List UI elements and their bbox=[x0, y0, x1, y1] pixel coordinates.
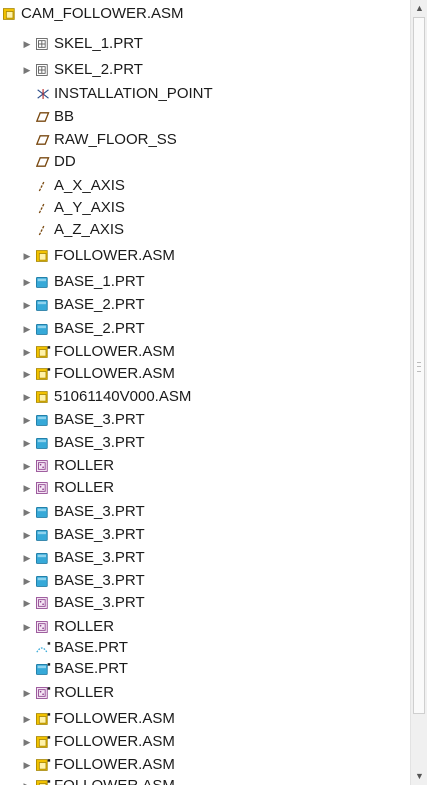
tree-item-label: A_X_AXIS bbox=[54, 177, 125, 194]
tree-item-label: FOLLOWER.ASM bbox=[54, 247, 175, 264]
expand-arrow-icon[interactable]: ▶ bbox=[22, 731, 32, 753]
tree-item-label: SKEL_2.PRT bbox=[54, 61, 143, 78]
roller-part-icon bbox=[36, 481, 51, 495]
tree-item-label: BB bbox=[54, 108, 75, 125]
tree-item-label: FOLLOWER.ASM bbox=[54, 343, 175, 360]
expand-arrow-icon[interactable]: ▶ bbox=[22, 547, 32, 569]
tree-item-label: A_Y_AXIS bbox=[54, 199, 125, 216]
expand-arrow-icon[interactable]: ▶ bbox=[22, 616, 32, 638]
expand-arrow-icon[interactable]: ▶ bbox=[22, 386, 32, 408]
datum-axis-icon bbox=[36, 201, 51, 215]
expand-arrow-icon[interactable]: ▶ bbox=[22, 570, 32, 592]
expand-arrow-icon[interactable]: ▶ bbox=[22, 775, 32, 785]
datum-axis-icon bbox=[36, 179, 51, 193]
tree-item-label: BASE_3.PRT bbox=[54, 572, 145, 589]
expand-arrow-icon[interactable]: ▶ bbox=[22, 524, 32, 546]
roller-part-icon bbox=[36, 620, 51, 634]
tree-item-label: FOLLOWER.ASM bbox=[54, 756, 175, 773]
tree-item-label: ROLLER bbox=[54, 479, 115, 496]
tree-item-label: BASE.PRT bbox=[54, 660, 128, 677]
tree-item-label: FOLLOWER.ASM bbox=[54, 775, 175, 785]
part-icon bbox=[36, 528, 51, 542]
tree-item-label: SKEL_1.PRT bbox=[54, 35, 143, 52]
tree-item-label: BASE_3.PRT bbox=[54, 526, 145, 543]
tree-item-label: BASE_3.PRT bbox=[54, 434, 145, 451]
expand-arrow-icon[interactable]: ▶ bbox=[22, 501, 32, 523]
assembly-icon bbox=[3, 7, 18, 21]
part-icon bbox=[36, 574, 51, 588]
part-icon bbox=[36, 413, 51, 427]
coordinate-system-icon bbox=[36, 87, 51, 101]
expand-arrow-icon[interactable]: ▶ bbox=[22, 245, 32, 267]
assembly-flag-icon bbox=[36, 779, 51, 785]
tree-item-label: DD bbox=[54, 153, 76, 170]
part-icon bbox=[36, 298, 51, 312]
tree-item-label: FOLLOWER.ASM bbox=[54, 733, 175, 750]
expand-arrow-icon[interactable]: ▶ bbox=[22, 318, 32, 340]
tree-item-label: INSTALLATION_POINT bbox=[54, 85, 213, 102]
roller-part-icon bbox=[36, 459, 51, 473]
vertical-scrollbar[interactable]: ▲ ▼ bbox=[410, 0, 427, 785]
assembly-flag-icon bbox=[36, 735, 51, 749]
part-flag-icon bbox=[36, 662, 51, 676]
roller-flag-icon bbox=[36, 686, 51, 700]
expand-arrow-icon[interactable]: ▶ bbox=[22, 592, 32, 614]
tree-item-label: BASE_2.PRT bbox=[54, 296, 145, 313]
tree-item-label: CAM_FOLLOWER.ASM bbox=[21, 5, 184, 22]
tree-item-label: FOLLOWER.ASM bbox=[54, 365, 175, 382]
tree-item-label: BASE.PRT bbox=[54, 639, 128, 656]
assembly-flag-icon bbox=[36, 345, 51, 359]
tree-item-label: BASE_3.PRT bbox=[54, 411, 145, 428]
scroll-down-icon[interactable]: ▼ bbox=[411, 768, 427, 785]
model-tree[interactable]: CAM_FOLLOWER.ASM ▶ SKEL_1.PRT ▶ SKEL_2.PRT IN… bbox=[0, 0, 411, 785]
expand-arrow-icon[interactable]: ▶ bbox=[22, 477, 32, 499]
assembly-flag-icon bbox=[36, 367, 51, 381]
tree-item-label: A_Z_AXIS bbox=[54, 221, 125, 238]
assembly-flag-icon bbox=[36, 758, 51, 772]
expand-arrow-icon[interactable]: ▶ bbox=[22, 33, 32, 55]
expand-arrow-icon[interactable]: ▶ bbox=[22, 754, 32, 776]
expand-arrow-icon[interactable]: ▶ bbox=[22, 59, 32, 81]
tree-item-label: BASE_3.PRT bbox=[54, 594, 145, 611]
part-icon bbox=[36, 275, 51, 289]
part-icon bbox=[36, 322, 51, 336]
tree-item-label: FOLLOWER.ASM bbox=[54, 710, 175, 727]
expand-arrow-icon[interactable]: ▶ bbox=[22, 455, 32, 477]
assembly-icon bbox=[36, 249, 51, 263]
assembly-flag-icon bbox=[36, 712, 51, 726]
scroll-up-icon[interactable]: ▲ bbox=[411, 0, 427, 17]
tree-item-label: 51061140V000.ASM bbox=[54, 388, 192, 405]
expand-arrow-icon[interactable]: ▶ bbox=[22, 409, 32, 431]
tree-item-label: ROLLER bbox=[54, 684, 115, 701]
tree-item-label: BASE_3.PRT bbox=[54, 503, 145, 520]
tree-item-label: ROLLER bbox=[54, 618, 115, 635]
part-dashed-flag-icon bbox=[36, 641, 51, 655]
expand-arrow-icon[interactable]: ▶ bbox=[22, 363, 32, 385]
skeleton-icon bbox=[36, 63, 51, 77]
expand-arrow-icon[interactable]: ▶ bbox=[22, 432, 32, 454]
tree-item-label: ROLLER bbox=[54, 457, 115, 474]
expand-arrow-icon[interactable]: ▶ bbox=[22, 708, 32, 730]
expand-arrow-icon[interactable]: ▶ bbox=[22, 294, 32, 316]
datum-plane-icon bbox=[36, 133, 51, 147]
tree-item-label: RAW_FLOOR_SS bbox=[54, 131, 177, 148]
assembly-icon bbox=[36, 390, 51, 404]
expand-arrow-icon[interactable]: ▶ bbox=[22, 271, 32, 293]
datum-axis-icon bbox=[36, 223, 51, 237]
expand-arrow-icon[interactable]: ▶ bbox=[22, 341, 32, 363]
tree-item-label: BASE_3.PRT bbox=[54, 549, 145, 566]
tree-item-label: BASE_2.PRT bbox=[54, 320, 145, 337]
scrollbar-grip bbox=[417, 362, 421, 372]
part-icon bbox=[36, 505, 51, 519]
part-icon bbox=[36, 436, 51, 450]
roller-part-icon bbox=[36, 596, 51, 610]
datum-plane-icon bbox=[36, 155, 51, 169]
scrollbar-thumb[interactable] bbox=[413, 17, 425, 714]
expand-arrow-icon[interactable]: ▶ bbox=[22, 682, 32, 704]
part-icon bbox=[36, 551, 51, 565]
tree-item-label: BASE_1.PRT bbox=[54, 273, 145, 290]
datum-plane-icon bbox=[36, 110, 51, 124]
skeleton-icon bbox=[36, 37, 51, 51]
